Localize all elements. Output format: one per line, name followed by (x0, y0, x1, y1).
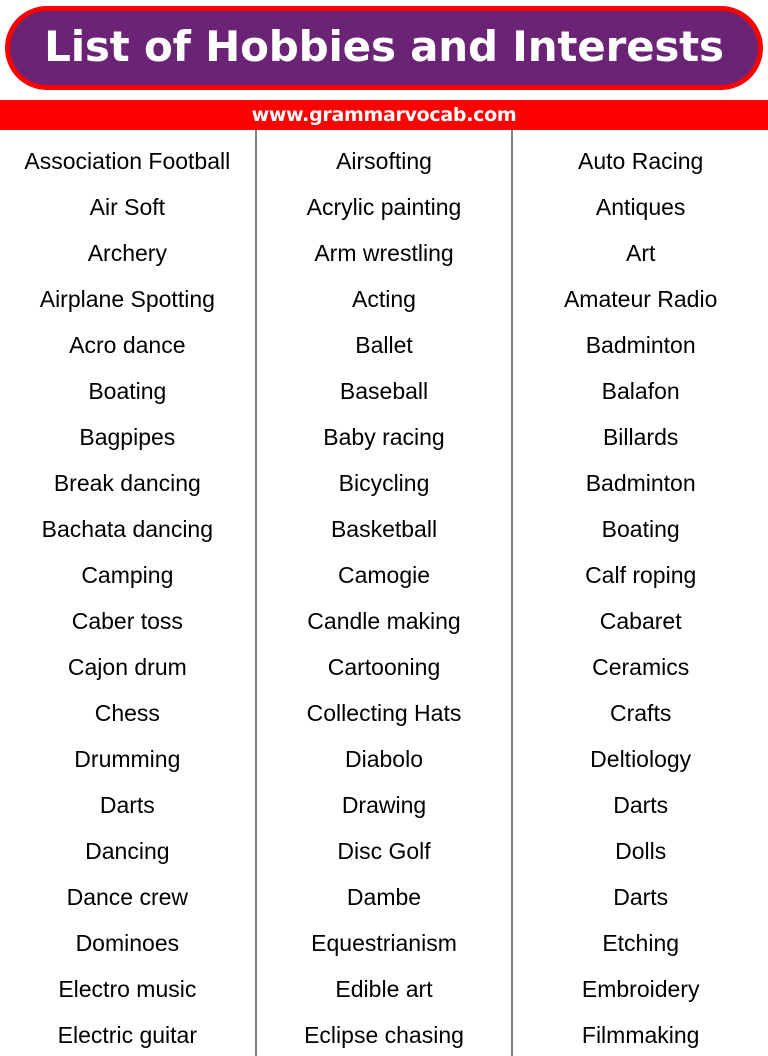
list-item: Dolls (615, 838, 667, 864)
list-item: Equestrianism (311, 930, 457, 956)
list-item: Darts (99, 792, 155, 818)
hobbies-column-3: Auto Racing Antiques Art Amateur Radio Badmi… (511, 130, 768, 1056)
website-url-text: www.grammarvocab.com (251, 103, 517, 126)
list-item: Archery (87, 240, 167, 266)
list-item: Chess (94, 700, 160, 726)
list-item: Camogie (337, 562, 431, 588)
list-item: Acting (352, 286, 416, 312)
list-item: Badminton (585, 332, 696, 358)
list-item: Cartooning (327, 654, 441, 680)
list-item: Airsofting (336, 148, 432, 174)
title-pill: List of Hobbies and Interests (5, 6, 763, 90)
list-item: Antiques (595, 194, 686, 220)
list-item: Ceramics (592, 654, 690, 680)
list-item: Darts (613, 884, 669, 910)
list-item: Art (625, 240, 656, 266)
list-item: Candle making (307, 608, 461, 634)
list-item: Bicycling (338, 470, 430, 496)
list-item: Bachata dancing (41, 516, 214, 542)
list-item: Balafon (601, 378, 680, 404)
list-item: Crafts (610, 700, 672, 726)
list-item: Darts (613, 792, 669, 818)
list-item: Diabolo (345, 746, 423, 772)
list-item: Dancing (85, 838, 170, 864)
hobbies-column-2: Airsofting Acrylic painting Arm wrestling A… (254, 130, 512, 1056)
list-item: Etching (602, 930, 680, 956)
list-item: Electric guitar (57, 1022, 197, 1048)
list-item: Camping (81, 562, 174, 588)
list-item: Amateur Radio (563, 286, 718, 312)
list-item: Caber toss (71, 608, 183, 634)
list-item: Dambe (346, 884, 422, 910)
hobbies-columns: Association Football Air Soft Archery Airpl… (0, 130, 768, 1056)
list-item: Cajon drum (67, 654, 187, 680)
page-title: List of Hobbies and Interests (44, 22, 724, 71)
list-item: Acro dance (69, 332, 186, 358)
hobbies-list-page: List of Hobbies and Interests www.gramma… (0, 0, 768, 1056)
list-item: Boating (88, 378, 167, 404)
list-item: Basketball (330, 516, 438, 542)
list-item: Edible art (335, 976, 433, 1002)
website-banner: www.grammarvocab.com (0, 100, 768, 130)
list-item: Calf roping (585, 562, 697, 588)
list-item: Electro music (58, 976, 197, 1002)
list-item: Baby racing (323, 424, 445, 450)
list-item: Auto Racing (578, 148, 704, 174)
title-banner: List of Hobbies and Interests (0, 0, 768, 98)
list-item: Cabaret (599, 608, 682, 634)
list-item: Air Soft (89, 194, 166, 220)
list-item: Acrylic painting (306, 194, 462, 220)
list-item: Drumming (74, 746, 181, 772)
list-item: Bagpipes (79, 424, 176, 450)
list-item: Break dancing (53, 470, 201, 496)
list-item: Collecting Hats (306, 700, 462, 726)
list-item: Airplane Spotting (39, 286, 215, 312)
list-item: Boating (601, 516, 680, 542)
hobbies-column-1: Association Football Air Soft Archery Airpl… (0, 130, 255, 1056)
list-item: Disc Golf (337, 838, 431, 864)
list-item: Eclipse chasing (304, 1022, 464, 1048)
list-item: Billards (602, 424, 679, 450)
list-item: Filmmaking (581, 1022, 700, 1048)
list-item: Deltiology (590, 746, 692, 772)
list-item: Baseball (339, 378, 429, 404)
list-item: Dominoes (75, 930, 180, 956)
list-item: Association Football (24, 148, 231, 174)
list-item: Embroidery (581, 976, 700, 1002)
list-item: Drawing (341, 792, 427, 818)
list-item: Ballet (355, 332, 413, 358)
list-item: Dance crew (66, 884, 189, 910)
list-item: Badminton (585, 470, 696, 496)
list-item: Arm wrestling (314, 240, 454, 266)
